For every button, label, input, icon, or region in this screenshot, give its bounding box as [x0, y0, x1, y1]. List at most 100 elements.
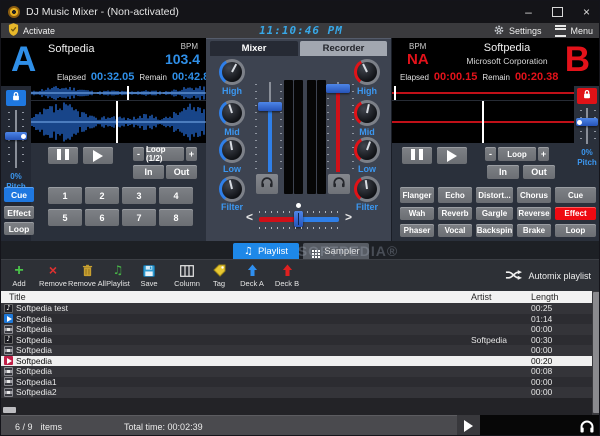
effect-button-gargle[interactable]: Gargle: [476, 207, 513, 220]
preview-play-button[interactable]: [457, 415, 480, 435]
deck-a-loop-minus-button[interactable]: -: [133, 147, 144, 161]
effect-button-wah[interactable]: Wah: [400, 207, 434, 220]
deck-a-low-knob[interactable]: [219, 137, 245, 163]
tab-mixer[interactable]: Mixer: [210, 41, 298, 56]
deck-a-high-knob[interactable]: [219, 59, 245, 85]
hotcue-button-8[interactable]: 8: [159, 209, 193, 226]
close-button[interactable]: ×: [572, 1, 599, 23]
deck-a-cue-button[interactable]: Cue: [4, 187, 34, 202]
column-artist[interactable]: Artist: [471, 292, 492, 302]
column-length[interactable]: Length: [531, 292, 559, 302]
deck-a-volume-slider[interactable]: [258, 102, 282, 111]
hotcue-button-2[interactable]: 2: [85, 187, 119, 204]
deck-b-play-button[interactable]: [437, 147, 467, 164]
deck-a-loop-out-button[interactable]: Out: [166, 165, 197, 179]
tab-recorder[interactable]: Recorder: [300, 41, 387, 56]
deck-b-pause-button[interactable]: [402, 147, 432, 164]
vertical-scrollbar-thumb[interactable]: [593, 292, 599, 413]
playlist-row[interactable]: Softpedia 01:14: [1, 313, 592, 324]
deck-b-loop-button[interactable]: Loop: [498, 147, 536, 161]
deck-a-headphone-button[interactable]: [256, 174, 278, 194]
deck-a-loop-button[interactable]: Loop (1/2): [146, 145, 184, 163]
deck-a-loop-mode-button[interactable]: Loop: [4, 222, 34, 235]
deck-a-mid-knob[interactable]: [219, 100, 245, 126]
effect-button-backspin[interactable]: Backspin: [476, 224, 513, 237]
deck-b-loop-minus-button[interactable]: -: [485, 147, 496, 161]
maximize-button[interactable]: [543, 1, 572, 23]
deck-b-load-label: Deck B: [274, 279, 300, 288]
playlist-row[interactable]: ♪ Softpedia Softpedia 00:30: [1, 334, 592, 345]
playlist-header[interactable]: Title Artist Length: [1, 291, 599, 303]
effect-button-effect[interactable]: Effect: [555, 207, 596, 220]
deck-a-pitch-slider[interactable]: [5, 132, 27, 140]
deck-b-letter: B: [564, 40, 590, 79]
crossfader-left-arrow[interactable]: <: [246, 210, 253, 224]
playlist-row[interactable]: Softpedia2 00:00: [1, 387, 592, 398]
deck-a-effect-button[interactable]: Effect: [4, 206, 34, 219]
deck-a-keylock-button[interactable]: [6, 90, 26, 106]
playlist-row[interactable]: ♪ Softpedia test 00:25: [1, 303, 592, 314]
effect-button-brake[interactable]: Brake: [517, 224, 551, 237]
tab-playlist[interactable]: ♫ Playlist: [233, 243, 299, 259]
crossfader-handle[interactable]: [294, 211, 303, 227]
playlist-row[interactable]: Softpedia 00:00: [1, 345, 592, 356]
effect-button-loop[interactable]: Loop: [555, 224, 596, 237]
deck-b-loop-out-button[interactable]: Out: [523, 165, 555, 179]
row-title: Softpedia: [16, 313, 52, 324]
window-title: DJ Music Mixer - (Non-activated): [26, 6, 179, 18]
hotcue-button-5[interactable]: 5: [48, 209, 82, 226]
horizontal-scrollbar-thumb[interactable]: [3, 407, 16, 413]
deck-b-keylock-button[interactable]: [577, 88, 597, 104]
activate-button[interactable]: Activate: [8, 23, 55, 38]
effect-button-echo[interactable]: Echo: [438, 187, 472, 203]
deck-b-pitch-slider[interactable]: [576, 118, 598, 126]
deck-b-loop-in-button[interactable]: In: [487, 165, 519, 179]
deck-a-pause-button[interactable]: [48, 147, 78, 164]
deck-b-high-knob[interactable]: [354, 59, 380, 85]
deck-a-loop-plus-button[interactable]: +: [186, 147, 197, 161]
effect-button-distort[interactable]: Distort...: [476, 187, 513, 203]
column-title[interactable]: Title: [9, 292, 26, 302]
menu-label: Menu: [570, 25, 593, 36]
playlist-row[interactable]: Softpedia1 00:00: [1, 376, 592, 387]
deck-a-play-button[interactable]: [83, 147, 113, 164]
hotcue-button-7[interactable]: 7: [122, 209, 156, 226]
playlist-row[interactable]: Softpedia 00:08: [1, 366, 592, 377]
deck-b-load-button[interactable]: Deck B: [267, 262, 307, 288]
hotcue-button-3[interactable]: 3: [122, 187, 156, 204]
effect-button-flanger[interactable]: Flanger: [400, 187, 434, 203]
deck-a-load-button[interactable]: Deck A: [232, 262, 272, 288]
effect-button-reverb[interactable]: Reverb: [438, 207, 472, 220]
effect-button-cue[interactable]: Cue: [555, 187, 596, 203]
deck-b-loop-plus-button[interactable]: +: [538, 147, 549, 161]
tab-sampler[interactable]: Sampler: [303, 243, 369, 259]
video-file-icon: [4, 387, 13, 397]
deck-a-filter-knob[interactable]: [219, 176, 245, 202]
hotcue-button-6[interactable]: 6: [85, 209, 119, 226]
playlist-row[interactable]: Softpedia 00:20: [1, 355, 592, 366]
minimize-button[interactable]: –: [514, 1, 543, 23]
deck-a-loop-in-button[interactable]: In: [133, 165, 164, 179]
effect-button-chorus[interactable]: Chorus: [517, 187, 551, 203]
effect-button-phaser[interactable]: Phaser: [400, 224, 434, 237]
deck-a-high-label: High: [222, 86, 242, 96]
hotcue-button-1[interactable]: 1: [48, 187, 82, 204]
save-button[interactable]: Save: [129, 262, 169, 288]
hotcue-button-4[interactable]: 4: [159, 187, 193, 204]
effect-button-reverse[interactable]: Reverse: [517, 207, 551, 220]
deck-b-mid-knob[interactable]: [354, 100, 380, 126]
row-length: 00:00: [531, 387, 553, 398]
effect-button-vocal[interactable]: Vocal: [438, 224, 472, 237]
automix-button[interactable]: Automix playlist: [505, 260, 591, 292]
settings-button[interactable]: Settings: [493, 24, 541, 38]
deck-b-waveform[interactable]: [392, 86, 574, 143]
deck-b-filter-label: Filter: [355, 202, 378, 212]
deck-b-volume-slider[interactable]: [326, 84, 350, 93]
deck-b-filter-knob[interactable]: [354, 176, 380, 202]
deck-b-headphone-button[interactable]: [328, 174, 350, 194]
deck-a-waveform[interactable]: [31, 86, 206, 143]
crossfader-right-arrow[interactable]: >: [345, 210, 352, 224]
playlist-row[interactable]: Softpedia 00:00: [1, 324, 592, 335]
deck-b-low-knob[interactable]: [354, 137, 380, 163]
menu-button[interactable]: Menu: [555, 24, 593, 37]
